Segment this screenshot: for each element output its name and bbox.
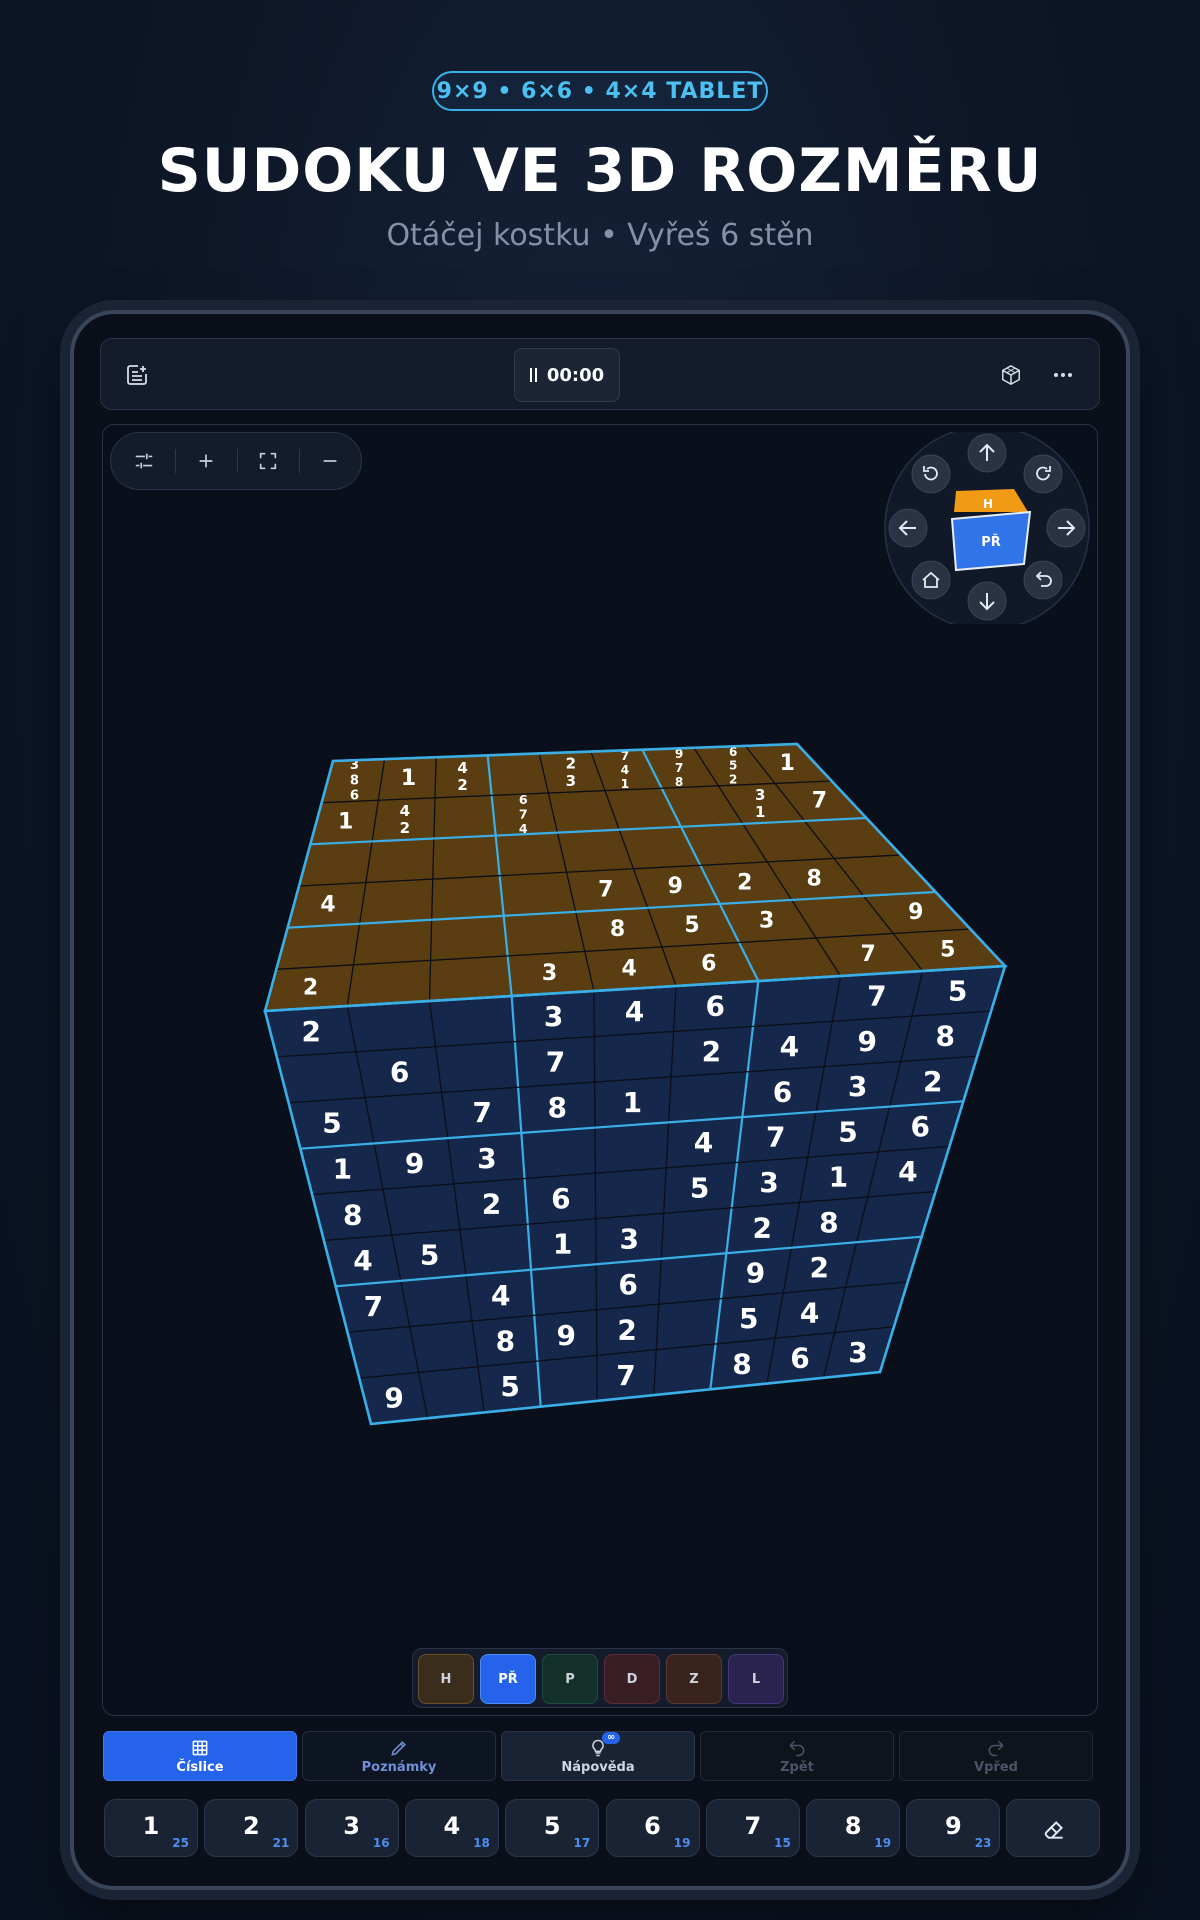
home-icon[interactable] [911,560,951,600]
tool-label: Vpřed [974,1759,1018,1775]
sliders-icon[interactable] [113,433,175,489]
size-badge: 9×9 • 6×6 • 4×4 TABLET [432,71,768,111]
navigator-top-label: H [983,497,993,511]
number-key-4[interactable]: 4 18 [404,1799,499,1857]
timer-value: 00:00 [546,364,605,386]
tool-label: Číslice [176,1759,224,1775]
number-key-2[interactable]: 2 21 [204,1799,299,1857]
zoom-in-icon[interactable] [175,433,237,489]
number-key-remaining: 15 [774,1836,791,1850]
number-key-8[interactable]: 8 19 [806,1799,901,1857]
pencil-icon [389,1738,409,1758]
tool-napoveda[interactable]: ∞ Nápověda [501,1731,695,1781]
number-key-remaining: 21 [272,1836,290,1850]
number-key-3[interactable]: 3 16 [304,1799,399,1857]
number-key-remaining: 18 [473,1836,490,1850]
tool-zpet[interactable]: Zpět [700,1731,894,1781]
face-tab-p[interactable]: P [542,1654,598,1704]
timer-button[interactable]: 00:00 [514,348,620,402]
zoom-toolbar [110,432,362,490]
number-key-9[interactable]: 9 23 [906,1799,1001,1857]
arrow-left-icon[interactable] [888,508,928,548]
face-tab-př[interactable]: PŘ [480,1654,536,1704]
tool-vpred[interactable]: Vpřed [899,1731,1093,1781]
number-key-6[interactable]: 6 19 [605,1799,700,1857]
face-tab-l[interactable]: L [728,1654,784,1704]
face-tab-h[interactable]: H [418,1654,474,1704]
arrow-right-icon[interactable] [1046,508,1086,548]
lightbulb-icon: ∞ [588,1731,621,1758]
top-bar: 00:00 [100,338,1100,410]
navigator-front-label: PŘ [981,534,1001,550]
number-key-7[interactable]: 7 15 [705,1799,800,1857]
zoom-out-icon[interactable] [299,433,361,489]
undo-icon [787,1738,807,1758]
number-key-remaining: 16 [372,1836,390,1850]
number-key-remaining: 19 [673,1836,691,1850]
cube-view-icon[interactable] [993,357,1029,393]
pause-icon [529,368,537,382]
face-tab-d[interactable]: D [604,1654,660,1704]
tool-label: Nápověda [561,1759,635,1775]
arrow-down-icon[interactable] [967,581,1007,621]
new-game-icon[interactable] [119,357,155,393]
face-tabs: H PŘ P D Z L [412,1648,788,1708]
number-key-remaining: 17 [573,1836,591,1850]
redo-icon [986,1738,1006,1758]
undo-view-icon[interactable] [1023,560,1063,600]
tool-cislice[interactable]: Číslice [103,1731,297,1781]
number-key-1[interactable]: 1 25 [104,1799,198,1857]
hero-subtitle: Otáčej kostku • Vyřeš 6 stěn [386,218,814,253]
face-tab-z[interactable]: Z [666,1654,722,1704]
arrow-up-icon[interactable] [967,433,1007,473]
tool-poznamky[interactable]: Poznámky [302,1731,496,1781]
hint-count-badge: ∞ [602,1731,621,1744]
number-key-5[interactable]: 5 17 [505,1799,600,1857]
rotate-cw-icon[interactable] [1023,454,1063,494]
erase-button[interactable] [1006,1799,1100,1857]
number-key-remaining: 25 [172,1836,189,1850]
cube-navigator: H PŘ [884,432,1090,624]
grid-icon [190,1738,210,1758]
hero-title: SUDOKU VE 3D ROZMĚRU [157,136,1043,206]
tool-label: Poznámky [361,1759,437,1775]
more-icon[interactable] [1045,357,1081,393]
rotate-ccw-icon[interactable] [911,454,951,494]
tool-label: Zpět [780,1759,814,1775]
number-key-remaining: 19 [874,1836,892,1850]
fit-screen-icon[interactable] [237,433,299,489]
eraser-icon [1007,1800,1101,1858]
number-key-remaining: 23 [974,1836,992,1850]
